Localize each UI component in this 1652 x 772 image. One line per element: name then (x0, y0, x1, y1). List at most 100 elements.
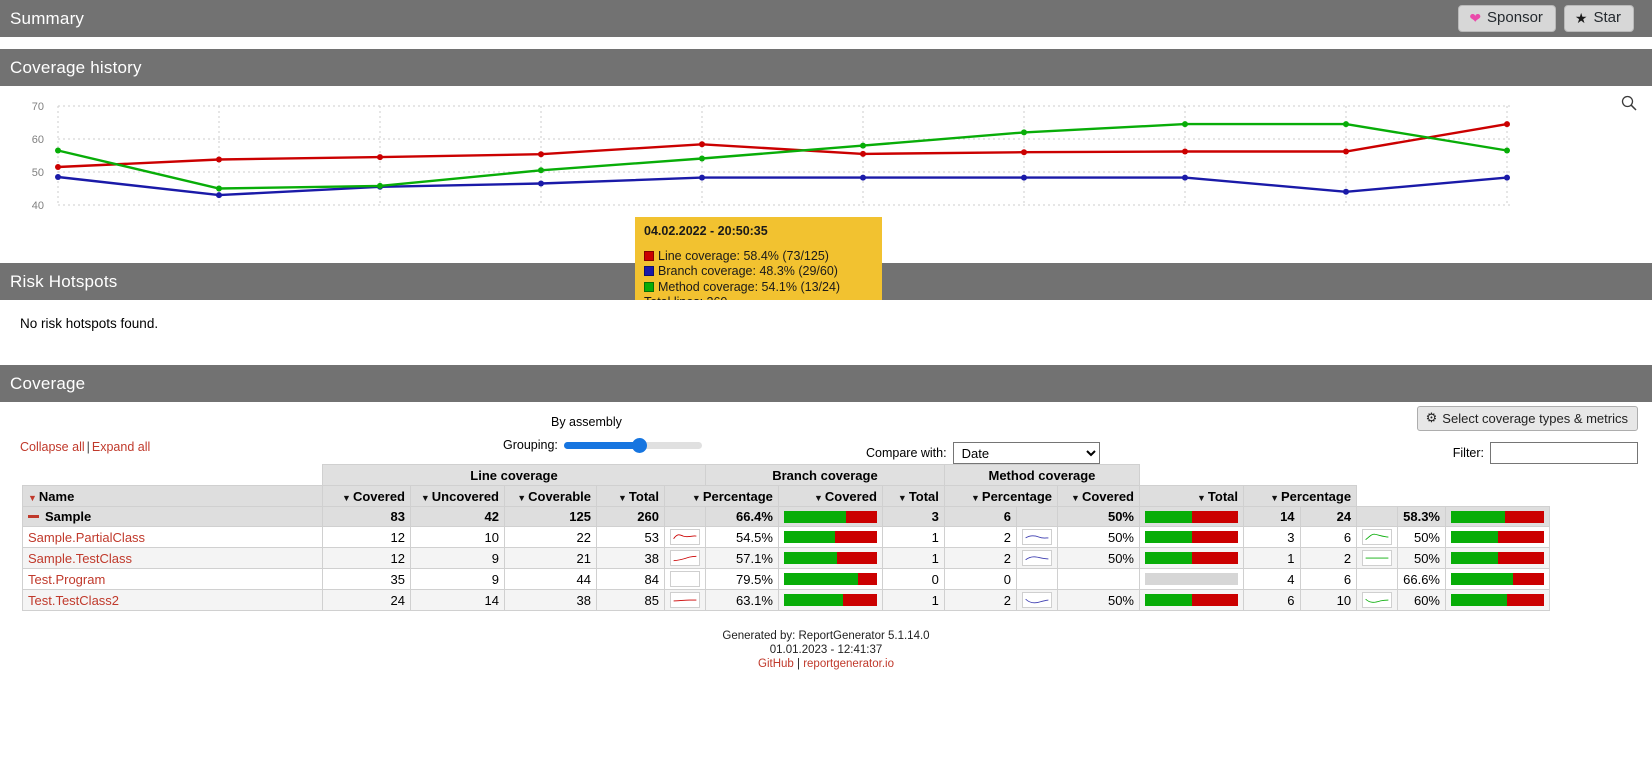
chart-point[interactable] (699, 174, 705, 181)
star-button[interactable]: ★ Star (1563, 4, 1634, 33)
chart-point[interactable] (1182, 121, 1188, 128)
table-row[interactable]: Sample 83 42 125 260 66.4% 3 6 50% 14 24 58.3% (22, 506, 1550, 527)
col-header-line-coverable[interactable]: ▼ Coverable (504, 485, 597, 507)
col-header-line-percentage[interactable]: ▼ Percentage (664, 485, 779, 507)
col-header-line-covered[interactable]: ▼ Covered (322, 485, 411, 507)
chart-point[interactable] (538, 167, 544, 174)
chart-point[interactable] (538, 151, 544, 158)
row-name-cell[interactable]: Sample (22, 506, 323, 527)
coverage-history-panel: 70 60 50 40 04.02.2022 - 20:50:35 Line c… (0, 86, 1652, 319)
method-coverage-swatch (644, 281, 654, 292)
chart-point[interactable] (860, 150, 866, 157)
coverage-column-header-row: ▼ Name ▼ Covered ▼ Uncovered ▼ Coverable ▼ To… (22, 485, 1550, 507)
row-name-cell[interactable]: Sample.PartialClass (22, 526, 323, 548)
footer-site-link[interactable]: reportgenerator.io (803, 658, 894, 670)
collapse-minus-icon[interactable] (28, 515, 39, 518)
select-coverage-types-button[interactable]: ⚙ Select coverage types & metrics (1416, 406, 1638, 431)
chart-point[interactable] (1021, 149, 1027, 156)
coverage-bar-covered (1145, 510, 1192, 523)
coverage-history-chart[interactable]: 70 60 50 40 04.02.2022 - 20:50:35 Line c… (0, 86, 1652, 319)
compare-with-select[interactable]: Date (952, 442, 1100, 464)
sort-caret-icon: ▼ (813, 492, 823, 503)
chart-point[interactable] (55, 164, 61, 170)
footer-github-link[interactable]: GitHub (758, 658, 794, 670)
magnifier-icon[interactable] (1620, 94, 1638, 112)
col-header-branch-total-label: Total (908, 488, 939, 504)
history-sparkline (1362, 550, 1393, 566)
chart-point[interactable] (538, 180, 544, 187)
chart-point[interactable] (699, 141, 705, 148)
chart-point[interactable] (1343, 148, 1349, 155)
chart-point[interactable] (55, 174, 61, 180)
chart-point[interactable] (1504, 174, 1510, 181)
chart-point[interactable] (1504, 147, 1510, 154)
line-covered-cell: 35 (322, 568, 411, 590)
col-header-branch-covered[interactable]: ▼ Covered (777, 485, 883, 507)
table-row[interactable]: Test.Program 35 9 44 84 79.5% 0 0 4 6 66.6% (22, 568, 1550, 590)
line-percentage-cell: 63.1% (705, 589, 779, 611)
history-sparkline-cell (1356, 568, 1399, 590)
tooltip-method-text: Method coverage: 54.1% (13/24) (658, 279, 841, 294)
slider-fill (563, 442, 640, 449)
chart-point[interactable] (55, 147, 61, 154)
collapse-all-link[interactable]: Collapse all (20, 440, 85, 454)
footer-links: GitHub | reportgenerator.io (14, 657, 1638, 671)
history-sparkline (670, 571, 700, 587)
filter-input[interactable] (1490, 442, 1638, 464)
coverage-bar-cell (1445, 526, 1550, 548)
branch-covered-cell: 1 (881, 589, 945, 611)
chart-point[interactable] (699, 155, 705, 162)
risk-hotspots-body: No risk hotspots found. (0, 300, 1652, 353)
expand-all-link[interactable]: Expand all (92, 440, 150, 454)
grouping-slider[interactable] (563, 438, 702, 453)
chart-point[interactable] (1182, 148, 1188, 155)
chart-point[interactable] (860, 174, 866, 181)
row-name-cell[interactable]: Test.Program (22, 568, 323, 590)
col-header-method-percentage[interactable]: ▼ Percentage (1242, 485, 1358, 507)
sort-caret-icon: ▼ (1196, 492, 1206, 503)
sort-caret-icon: ▼ (691, 492, 701, 503)
compare-with-label: Compare with: (866, 446, 947, 460)
chart-point[interactable] (216, 192, 222, 199)
chart-point[interactable] (1504, 121, 1510, 128)
chart-point[interactable] (1021, 174, 1027, 181)
col-header-method-covered[interactable]: ▼ Covered (1057, 485, 1140, 507)
chart-point[interactable] (1182, 174, 1188, 181)
col-header-branch-percentage-label: Percentage (981, 488, 1052, 504)
coverage-bar-covered (1451, 531, 1498, 543)
row-name-cell[interactable]: Sample.TestClass (22, 547, 323, 569)
coverage-bar-covered (1145, 531, 1192, 543)
chart-point[interactable] (860, 142, 866, 149)
chart-point[interactable] (1021, 129, 1027, 136)
col-header-name[interactable]: ▼ Name (22, 485, 323, 507)
sponsor-button[interactable]: ❤ Sponsor (1458, 4, 1556, 33)
sort-caret-icon: ▼ (342, 492, 351, 503)
chart-point[interactable] (1343, 121, 1349, 128)
col-header-branch-percentage[interactable]: ▼ Percentage (943, 485, 1059, 507)
col-header-line-uncovered[interactable]: ▼ Uncovered (410, 485, 505, 507)
table-row[interactable]: Sample.TestClass 12 9 21 38 57.1% 1 2 50% 1 2 50% (22, 547, 1550, 569)
table-row[interactable]: Test.TestClass2 24 14 38 85 63.1% 1 2 50% 6 10 60% (22, 589, 1550, 611)
page-title: Summary (10, 8, 85, 28)
coverage-bar-covered (783, 573, 858, 585)
table-row[interactable]: Sample.PartialClass 12 10 22 53 54.5% 1 2 50% 3 6 5… (22, 526, 1550, 548)
class-link[interactable]: Sample.PartialClass (28, 530, 145, 545)
class-link[interactable]: Sample.TestClass (28, 551, 132, 566)
col-header-method-total[interactable]: ▼ Total (1139, 485, 1244, 507)
coverage-bar (1451, 594, 1544, 606)
class-link[interactable]: Test.TestClass2 (28, 593, 119, 608)
chart-point[interactable] (377, 154, 383, 161)
col-header-branch-total[interactable]: ▼ Total (881, 485, 945, 507)
chart-point[interactable] (1343, 188, 1349, 195)
coverage-table-head: Line coverage Branch coverage Method cov… (22, 464, 1550, 507)
line-uncovered-cell: 42 (410, 506, 505, 527)
slider-thumb[interactable] (631, 438, 647, 453)
chart-point[interactable] (216, 185, 222, 192)
col-header-line-total[interactable]: ▼ Total (596, 485, 665, 507)
coverage-bar-cell (1139, 547, 1244, 569)
chart-point[interactable] (216, 156, 222, 163)
history-sparkline-cell (664, 547, 706, 569)
chart-point[interactable] (377, 182, 383, 189)
row-name-cell[interactable]: Test.TestClass2 (22, 589, 323, 611)
class-link[interactable]: Test.Program (28, 572, 105, 587)
